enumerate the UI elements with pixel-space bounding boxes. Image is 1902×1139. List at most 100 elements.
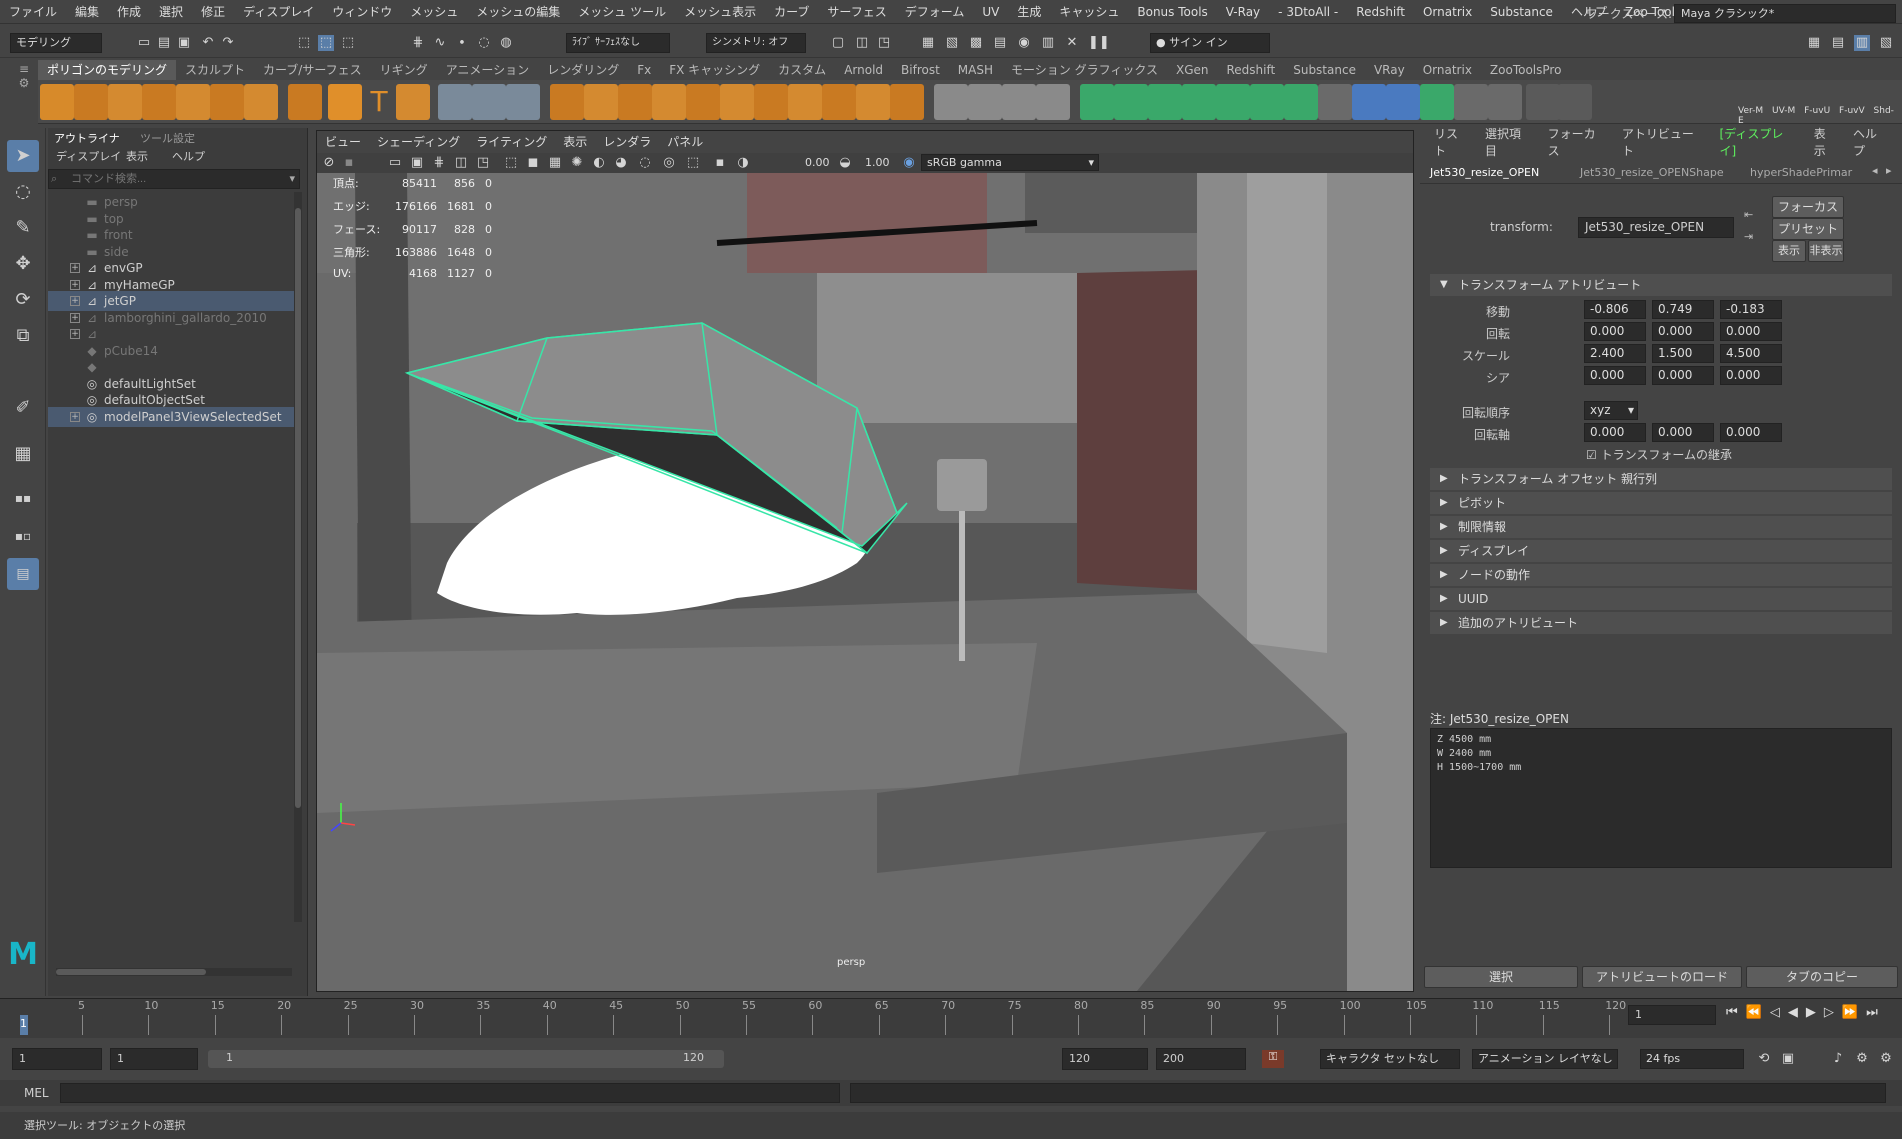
field-value[interactable]: 0.000 [1584,322,1646,341]
exposure-field[interactable]: 0.00 [805,156,830,169]
textured-icon[interactable]: ▦ [547,155,563,171]
reduce-button[interactable] [856,84,890,120]
shelf-tab[interactable]: Bifrost [892,60,949,80]
viewport-scene[interactable] [317,173,1413,991]
menu-item[interactable]: キャッシュ [1050,0,1128,24]
scrollbar-thumb[interactable] [295,208,301,808]
time-slider[interactable]: 5 10 15 20 25 30 35 40 45 50 55 60 65 70 75 80 85 90 95 100… [0,998,1902,1038]
poly-disc-button[interactable] [244,84,278,120]
attribute-editor-toggle-icon[interactable]: ▤ [1830,35,1846,51]
ae-menu-item[interactable]: 選択項目 [1477,125,1540,159]
go-to-end-icon[interactable]: ⏭ [1866,1005,1878,1020]
offset-loop-button[interactable] [1002,84,1036,120]
viewport-menu-item[interactable]: 表示 [555,131,595,153]
collapse-button[interactable] [788,84,822,120]
shelf-tab[interactable]: Ornatrix [1414,60,1481,80]
shelf-tab[interactable]: VRay [1365,60,1414,80]
fps-select[interactable]: 24 fps [1640,1049,1744,1069]
step-back-key-icon[interactable]: ⏪ [1746,1005,1762,1020]
gamma-field[interactable]: 1.00 [865,156,890,169]
grid-icon[interactable]: ⋕ [431,155,447,171]
loop-icon[interactable]: ⟲ [1756,1051,1772,1067]
render-view-icon[interactable]: ▩ [968,35,984,51]
play-back-icon[interactable]: ◀ [1788,1005,1798,1020]
separate-button[interactable] [472,84,506,120]
select-hierarchy-icon[interactable]: ⬚ [296,35,312,51]
live-surface-field[interactable]: ﾗｲﾌﾞ ｻｰﾌｪｽなし [566,33,670,53]
search-input[interactable] [71,171,271,187]
tab-scroll-right-icon[interactable]: ▸ [1886,164,1892,177]
pause-icon[interactable]: ❚❚ [1088,35,1110,51]
isolate-select-icon[interactable]: ⬚ [685,155,701,171]
menu-item[interactable]: Ornatrix [1414,0,1481,24]
symmetry-select[interactable]: シンメトリ: オフ [706,33,806,53]
field-value[interactable]: -0.806 [1584,300,1646,319]
ae-menu-item[interactable]: アトリビュート [1614,125,1712,159]
menu-item[interactable]: ウィンドウ [323,0,401,24]
ae-menu-item[interactable]: 表示 [1806,125,1845,159]
shadows-icon[interactable]: ◐ [591,155,607,171]
redo-icon[interactable]: ↷ [220,35,236,51]
ipr-render-icon[interactable]: ▧ [944,35,960,51]
save-scene-icon[interactable]: ▣ [176,35,192,51]
focus-button[interactable]: フォーカス [1772,196,1844,218]
script-d-button[interactable] [1420,84,1454,120]
cache-playback-icon[interactable]: ▣ [1780,1051,1796,1067]
menu-item[interactable]: 生成 [1008,0,1050,24]
outliner-item[interactable]: + ◎ modelPanel3ViewSelectedSet [48,406,298,427]
shelf-tab[interactable]: Fx [628,60,660,80]
slide-edge-button[interactable] [1036,84,1070,120]
current-frame-field[interactable]: 1 [1628,1005,1716,1025]
channel-box-toggle-icon[interactable]: ▥ [1854,35,1870,51]
aa-icon[interactable]: ▪ [712,155,728,171]
tab-outliner[interactable]: アウトライナ [54,130,120,146]
snap-grid-icon[interactable]: ⋕ [410,35,426,51]
expand-icon[interactable]: + [70,312,80,323]
section-collapsed[interactable]: ▶ 追加のアトリビュート [1430,612,1892,634]
expand-icon[interactable]: + [70,411,80,422]
menu-item[interactable]: UV [973,0,1008,24]
poly-cylinder-button[interactable] [108,84,142,120]
color-management-icon[interactable]: ◉ [901,155,917,171]
rotate-axis-y[interactable]: 0.000 [1652,423,1714,442]
last-tool-icon[interactable]: ✐ [7,392,39,424]
select-output-icon[interactable]: ⇥ [1744,230,1753,243]
auto-key-icon[interactable]: ⚿ [1262,1050,1284,1068]
inherit-transform-row[interactable]: ☑ トランスフォームの継承 [1586,446,1732,463]
menu-item[interactable]: - 3DtoAll - [1269,0,1347,24]
script-c-button[interactable] [1386,84,1420,120]
wireframe-icon[interactable]: ⬚ [503,155,519,171]
render-settings-icon[interactable]: ◫ [854,35,870,51]
script-b-button[interactable] [1352,84,1386,120]
go-to-start-icon[interactable]: ⏮ [1726,1005,1738,1020]
menu-item[interactable]: メッシュ表示 [675,0,765,24]
open-scene-icon[interactable]: ▤ [156,35,172,51]
ae-menu-item[interactable]: リスト [1426,125,1477,159]
uv-cylindrical-button[interactable] [1114,84,1148,120]
poly-plane-button[interactable] [210,84,244,120]
menu-item[interactable]: Substance [1481,0,1562,24]
combine-button[interactable] [506,84,540,120]
menu-item[interactable]: V-Ray [1217,0,1269,24]
step-forward-key-icon[interactable]: ⏩ [1842,1005,1858,1020]
menu-item[interactable]: 編集 [66,0,108,24]
multi-cut-button[interactable] [934,84,968,120]
sign-in-select[interactable]: ● サイン イン [1150,33,1270,53]
select-input-icon[interactable]: ⇤ [1744,208,1753,221]
poly-sphere-button[interactable] [40,84,74,120]
outliner-hscrollbar[interactable] [56,968,292,976]
rotate-axis-z[interactable]: 0.000 [1720,423,1782,442]
section-collapsed[interactable]: ▶ ピボット [1430,492,1892,514]
menu-help[interactable]: ヘルプ [172,148,205,164]
script-f-button[interactable] [1488,84,1522,120]
script-e-button[interactable] [1454,84,1488,120]
smooth-shade-icon[interactable]: ◼ [525,155,541,171]
shelf-tab[interactable]: Redshift [1218,60,1285,80]
tool-settings-toggle-icon[interactable]: ▧ [1878,35,1894,51]
section-collapsed[interactable]: ▶ ノードの動作 [1430,564,1892,586]
checkbox-checked-icon[interactable]: ☑ [1586,448,1597,462]
viewport-panel[interactable]: ビュー シェーディング ライティング 表示 レンダラ パネル ⊘ ▪ ▭ ▣ ⋕ ◫ ◳ … [316,130,1414,992]
snap-surface-icon[interactable]: ◍ [498,35,514,51]
mode-select[interactable]: モデリング [10,33,102,53]
merge-button[interactable] [754,84,788,120]
